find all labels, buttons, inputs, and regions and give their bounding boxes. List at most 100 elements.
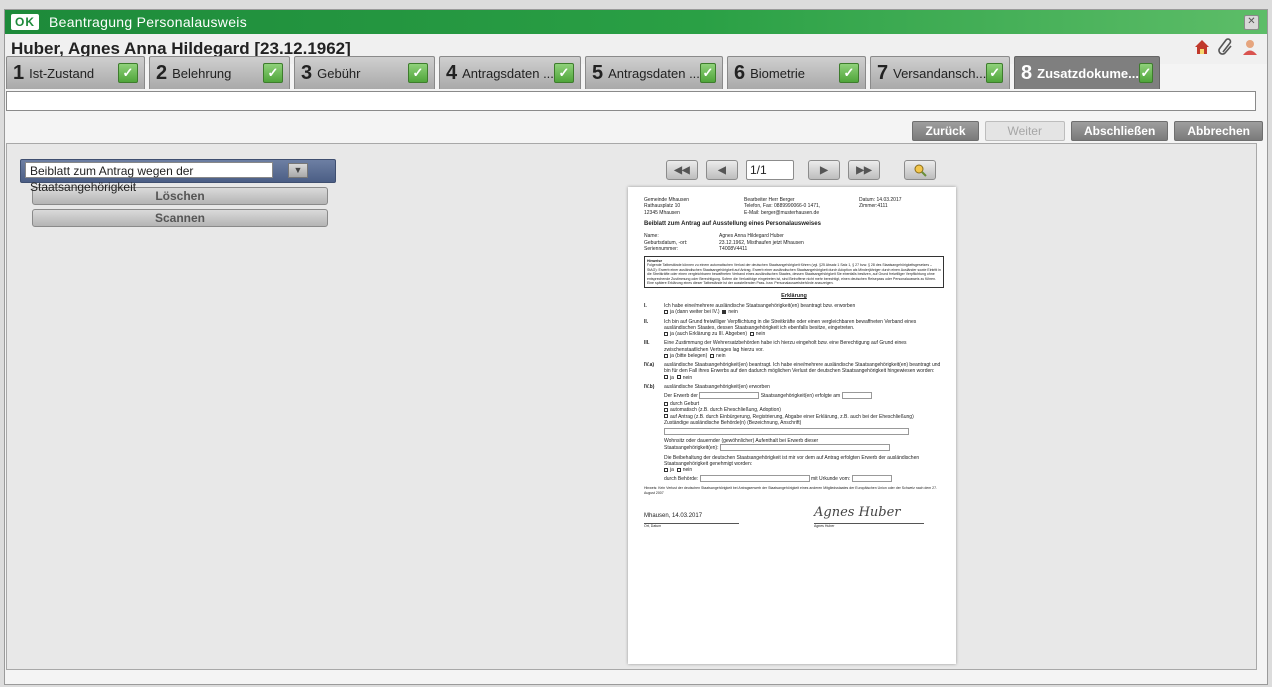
tab-label: Biometrie bbox=[750, 65, 806, 81]
scan-button[interactable]: Scannen bbox=[32, 209, 328, 227]
tab-number: 1 bbox=[13, 61, 25, 84]
doc-title: Beiblatt zum Antrag auf Ausstellung eine… bbox=[644, 220, 821, 227]
doc-field-label: mit Urkunde vom: bbox=[810, 476, 851, 483]
home-icon[interactable] bbox=[1193, 38, 1211, 56]
checkmark-icon: ✓ bbox=[839, 63, 859, 83]
doc-option: ja bbox=[670, 467, 674, 474]
tab-label: Antragsdaten ... bbox=[608, 65, 700, 81]
paperclip-icon[interactable] bbox=[1217, 38, 1235, 56]
doc-option: automatisch (z.B. durch Eheschließung, A… bbox=[670, 407, 781, 414]
step-tabs: 1 Ist-Zustand ✓ 2 Belehrung ✓ 3 Gebühr ✓ 4 Antr… bbox=[6, 56, 1160, 91]
tab-number: 6 bbox=[734, 61, 746, 84]
close-button[interactable]: ✕ bbox=[1244, 15, 1259, 30]
doc-option: nein bbox=[716, 352, 726, 359]
checkmark-icon: ✓ bbox=[554, 63, 574, 83]
checkmark-icon: ✓ bbox=[699, 63, 716, 83]
next-page-icon[interactable]: ▶ bbox=[808, 160, 840, 180]
page-indicator[interactable]: 1/1 bbox=[746, 160, 794, 180]
doc-field-label: Staatsangehörigkeit(en): bbox=[664, 445, 719, 452]
doc-option: ja bbox=[670, 374, 674, 381]
tab-biometrie[interactable]: 6 Biometrie ✓ bbox=[727, 56, 866, 89]
doc-section-3: III. Eine Zustimmung der Wehrersatzbehörd… bbox=[644, 340, 944, 359]
tab-label: Antragsdaten ... bbox=[462, 65, 554, 81]
doc-section-text: Ich bin auf Grund freiwilliger Verpflich… bbox=[664, 318, 917, 331]
doc-sig-caption: Ort, Datum bbox=[644, 522, 739, 528]
doc-section-4b: IV.b) ausländische Staatsangehörigkeit(e… bbox=[644, 383, 944, 483]
zoom-icon[interactable] bbox=[904, 160, 936, 180]
doc-field-label: Staatsangehörigkeit(en) erfolgte am bbox=[760, 392, 841, 399]
app-title: Beantragung Personalausweis bbox=[49, 14, 248, 30]
doc-signature: Agnes Huber bbox=[814, 505, 901, 521]
checkmark-icon: ✓ bbox=[263, 63, 283, 83]
doc-label: Seriennummer: bbox=[644, 245, 679, 252]
doc-field-label: Die Beibehaltung der deutschen Staatsang… bbox=[664, 454, 920, 467]
doc-section-text: Eine Zustimmung der Wehrersatzbehörden h… bbox=[664, 340, 907, 353]
previous-page-icon[interactable]: ◀ bbox=[706, 160, 738, 180]
doc-footnote: Hinweis: Kein Verlust der deutschen Staa… bbox=[644, 486, 938, 495]
doc-declaration-title: Erklärung bbox=[781, 293, 807, 300]
tab-ist-zustand[interactable]: 1 Ist-Zustand ✓ bbox=[6, 56, 145, 89]
doc-option: durch Geburt bbox=[670, 401, 700, 408]
doc-place-date: Mhausen, 14.03.2017 bbox=[644, 513, 703, 520]
doc-field-label: durch Behörde: bbox=[664, 476, 699, 483]
doc-option: nein bbox=[728, 309, 738, 316]
page-navigation: ◀◀ ◀ 1/1 ▶ ▶▶ bbox=[666, 160, 936, 180]
doc-option: nein bbox=[682, 467, 693, 474]
doc-notice-box: Hinweise Folgende Tatbestände können zu … bbox=[644, 256, 944, 289]
doc-notice-text: Folgende Tatbestände können zu einem aut… bbox=[647, 263, 941, 285]
doc-section-number: II. bbox=[644, 318, 649, 325]
checkmark-icon: ✓ bbox=[986, 63, 1003, 83]
doc-section-number: III. bbox=[644, 340, 650, 347]
doc-section-number: IV.b) bbox=[644, 383, 655, 390]
tab-number: 3 bbox=[301, 61, 313, 84]
tab-label: Zusatzdokume... bbox=[1037, 65, 1139, 81]
last-page-icon[interactable]: ▶▶ bbox=[848, 160, 880, 180]
doc-option: nein bbox=[755, 331, 766, 338]
tab-gebuehr[interactable]: 3 Gebühr ✓ bbox=[294, 56, 435, 89]
checkmark-icon: ✓ bbox=[408, 63, 428, 83]
doc-field-label: Zuständige ausländische Behörde(n) (Beze… bbox=[664, 419, 802, 426]
tab-belehrung[interactable]: 2 Belehrung ✓ bbox=[149, 56, 290, 89]
doc-field-label: Der Erwerb der bbox=[664, 392, 698, 399]
doc-letterhead: Gemeinde Mhausen Rathausplatz 10 12345 M… bbox=[644, 197, 944, 216]
next-button[interactable]: Weiter bbox=[984, 121, 1065, 141]
doc-section-1: I. Ich habe eine/mehrere ausländische Sta… bbox=[644, 303, 944, 316]
first-page-icon[interactable]: ◀◀ bbox=[666, 160, 698, 180]
tab-antragsdaten-1[interactable]: 4 Antragsdaten ... ✓ bbox=[439, 56, 581, 89]
document-controls: Beiblatt zum Antrag wegen der Staatsange… bbox=[20, 159, 336, 227]
action-bar: Zurück Weiter Abschließen Abbrechen bbox=[912, 121, 1263, 141]
cancel-button[interactable]: Abbrechen bbox=[1174, 121, 1263, 141]
doc-option: auf Antrag (z.B. durch Einbürgerung, Reg… bbox=[670, 413, 914, 420]
doc-sig-caption: Agnes Huber bbox=[814, 523, 924, 528]
tab-number: 7 bbox=[877, 61, 889, 84]
doc-value: T4008V4411 bbox=[719, 245, 748, 252]
tab-label: Ist-Zustand bbox=[29, 65, 95, 81]
header-icons bbox=[1193, 38, 1259, 56]
tab-label: Versandansch... bbox=[893, 65, 987, 81]
checkmark-icon: ✓ bbox=[1138, 63, 1153, 83]
doc-option: ja (bitte belegen) bbox=[670, 352, 708, 359]
doc-section-text: ausländische Staatsangehörigkeit(en) bea… bbox=[664, 362, 941, 375]
doc-section-number: I. bbox=[644, 303, 647, 310]
doc-section-number: IV.a) bbox=[644, 362, 655, 369]
finish-button[interactable]: Abschließen bbox=[1070, 121, 1169, 141]
checkmark-icon: ✓ bbox=[118, 63, 138, 83]
doc-room: Zimmer:4111 bbox=[859, 203, 888, 210]
back-button[interactable]: Zurück bbox=[912, 121, 979, 141]
tab-label: Gebühr bbox=[317, 65, 361, 81]
info-strip bbox=[6, 91, 1256, 111]
tab-antragsdaten-2[interactable]: 5 Antragsdaten ... ✓ bbox=[585, 56, 723, 89]
document-type-dropdown[interactable]: Beiblatt zum Antrag wegen der Staatsange… bbox=[20, 159, 336, 194]
tab-number: 2 bbox=[156, 61, 168, 84]
tab-versandanschrift[interactable]: 7 Versandansch... ✓ bbox=[870, 56, 1010, 89]
tab-label: Belehrung bbox=[172, 65, 232, 81]
tab-zusatzdokumente[interactable]: 8 Zusatzdokume... ✓ bbox=[1014, 56, 1160, 89]
chevron-down-icon[interactable]: ▼ bbox=[288, 163, 308, 178]
user-icon[interactable] bbox=[1241, 38, 1259, 56]
title-bar: OK Beantragung Personalausweis ✕ bbox=[5, 10, 1267, 34]
doc-option: nein bbox=[682, 374, 693, 381]
app-logo: OK bbox=[11, 14, 39, 30]
doc-section-4a: IV.a) ausländische Staatsangehörigkeit(en… bbox=[644, 362, 944, 381]
document-type-select[interactable]: Beiblatt zum Antrag wegen der Staatsange… bbox=[25, 162, 273, 194]
document-preview: Gemeinde Mhausen Rathausplatz 10 12345 M… bbox=[628, 187, 956, 664]
